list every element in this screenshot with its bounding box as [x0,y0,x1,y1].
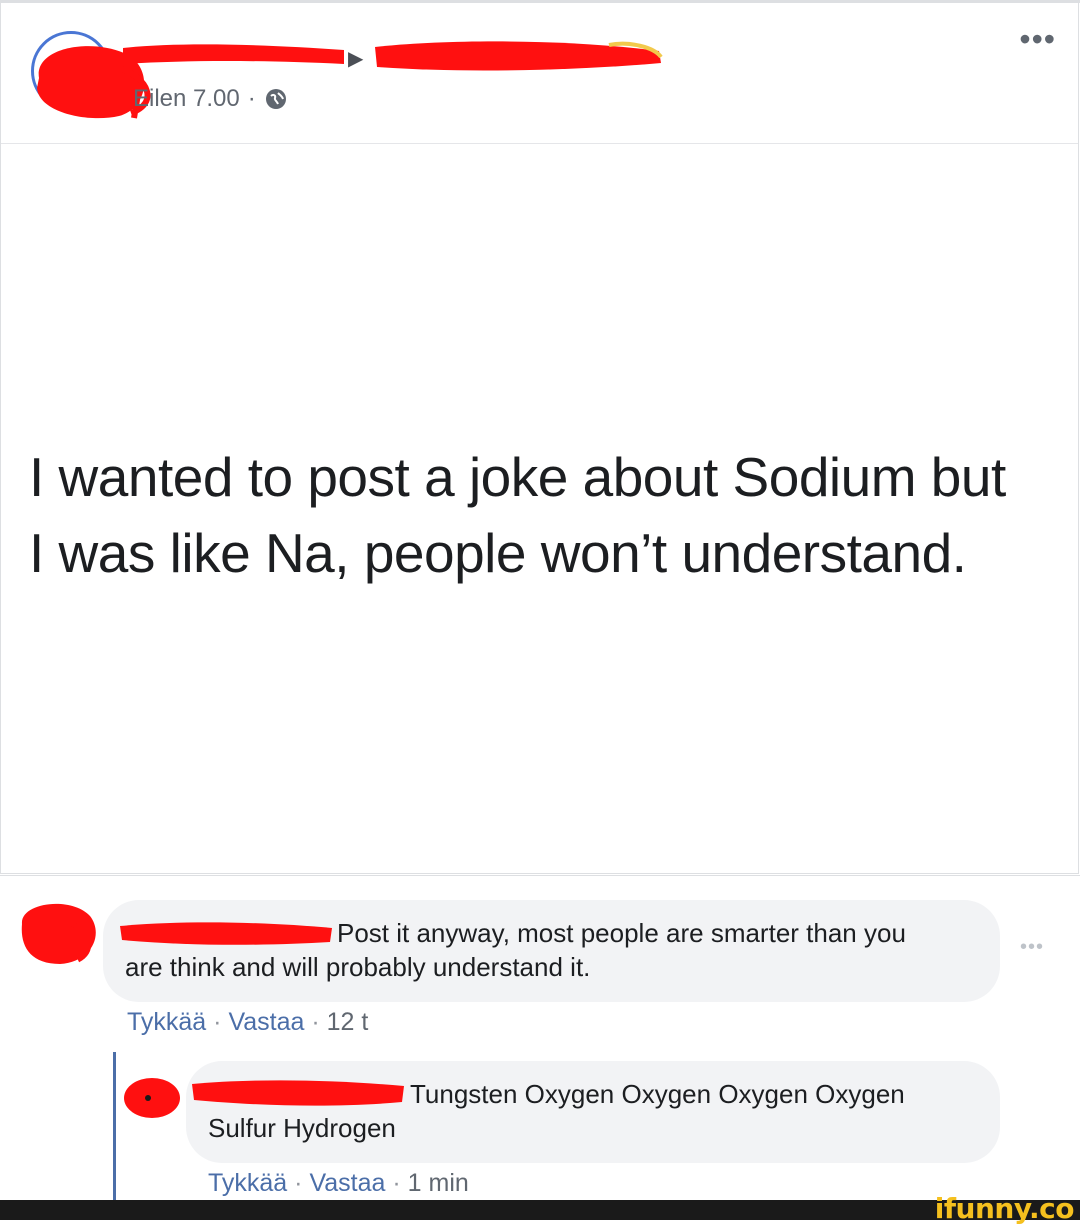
redaction-scribble-author [120,922,332,945]
comment-text: are think and will probably understand i… [125,952,591,982]
reply-time[interactable]: 1 min [408,1169,469,1197]
reply-thread-line [113,1052,116,1202]
caret-right-icon: ▶ [348,48,364,70]
comment-actions: Tykkää · Vastaa · 12 t [127,1008,368,1037]
separator: · [294,1169,303,1197]
watermark-logo: ifunny.co [934,1192,1075,1225]
timestamp-text[interactable]: Eilen 7.00 [133,85,240,113]
separator: · [311,1008,320,1036]
reply-text: Tungsten Oxygen Oxygen Oxygen Oxygen [410,1079,905,1109]
commenter-avatar[interactable] [12,894,102,969]
reply-link[interactable]: Vastaa [228,1008,304,1036]
post-body-text: I wanted to post a joke about Sodium but… [29,439,1069,591]
more-options-icon[interactable]: ••• [1019,23,1056,55]
redaction-scribble-name [123,44,344,64]
reply-actions: Tykkää · Vastaa · 1 min [208,1169,469,1198]
comment-more-icon[interactable]: ••• [1020,936,1044,959]
reply-text: Sulfur Hydrogen [208,1113,396,1143]
separator: · [392,1169,401,1197]
replier-avatar[interactable] [120,1074,185,1124]
post-text-line: I was like Na, people won’t understand. [29,522,967,584]
comment-text: Post it anyway, most people are smarter … [337,918,906,948]
redaction-scribble-target [375,41,663,71]
comments-section: Post it anyway, most people are smarter … [0,875,1080,1202]
post-timestamp[interactable]: Eilen 7.00 · [133,85,288,113]
redaction-scribble-reply-author [192,1080,404,1106]
like-link[interactable]: Tykkää [208,1169,287,1197]
post-text-line: I wanted to post a joke about Sodium but [29,446,1006,508]
globe-icon [265,89,286,109]
timestamp-separator: · [247,85,256,112]
post-header: ▶ Eilen 7.00 · ••• [1,3,1078,144]
like-link[interactable]: Tykkää [127,1008,206,1036]
separator: · [213,1008,222,1036]
watermark-bar [0,1200,1080,1220]
post-card: ▶ Eilen 7.00 · ••• I wanted to post a jo… [0,3,1079,874]
reply-link[interactable]: Vastaa [309,1169,385,1197]
comment-time[interactable]: 12 t [327,1008,369,1036]
